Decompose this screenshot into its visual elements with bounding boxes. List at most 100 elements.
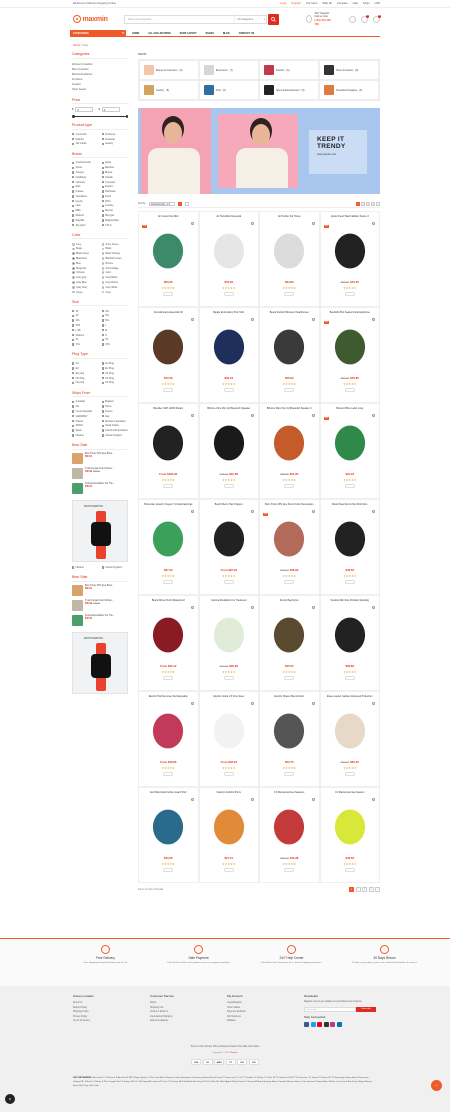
heart-icon[interactable] (251, 510, 254, 513)
brand-option[interactable]: Flambuan (101, 190, 129, 194)
size-option[interactable]: XS (101, 338, 129, 342)
add-to-cart-button[interactable] (344, 580, 355, 584)
category-tile[interactable]: Jewelry (5) (139, 80, 199, 100)
checkbox[interactable] (101, 219, 104, 222)
topbar-link[interactable]: Help (353, 2, 358, 5)
product-image[interactable] (209, 229, 248, 269)
brand-option[interactable]: Afreet (72, 166, 99, 170)
product-name[interactable]: Aromatherapy Essential Oil (142, 311, 195, 316)
plug-type-option[interactable]: AU (72, 362, 99, 366)
size-option[interactable]: XXS (101, 343, 129, 347)
color-swatch[interactable] (72, 271, 75, 275)
product-name[interactable]: Fashion Colorful Prints (203, 791, 256, 796)
plug-type-option[interactable]: EU plug (72, 371, 99, 375)
product-type-option[interactable]: Fashion (72, 137, 99, 141)
brand-option[interactable]: Cycospot (101, 180, 129, 184)
add-to-cart-button[interactable] (284, 484, 295, 488)
product-image[interactable] (209, 709, 248, 749)
product-card[interactable]: Electric Hair Remover Rechargeable From $… (138, 691, 199, 787)
watch-ad-banner[interactable]: WATCH EDITION (72, 499, 128, 562)
product-image[interactable] (270, 805, 309, 845)
page-link[interactable]: 2 (355, 887, 361, 892)
best-sale-thumb[interactable] (72, 467, 83, 479)
product-type-option[interactable]: Gift Cards (72, 142, 99, 146)
color-swatch[interactable] (72, 247, 75, 251)
add-to-cart-button[interactable] (163, 484, 174, 488)
category-tile[interactable]: Sport & Entertainment (5) (259, 80, 319, 100)
best-sale-thumb[interactable] (72, 482, 83, 494)
brand-option[interactable]: MEK (72, 209, 99, 213)
social-icon[interactable] (336, 1022, 342, 1028)
product-card[interactable]: Estee Lauder Garden Advanced Protection $… (319, 691, 380, 787)
nav-item[interactable]: ALL COLLECTIONS (148, 32, 170, 35)
product-card[interactable]: Desktop Mini Fan Portable Standing $58.80… (319, 595, 380, 691)
checkbox[interactable] (72, 314, 75, 318)
topbar-link[interactable]: Compare (337, 2, 348, 5)
plug-type-option[interactable]: UK Plug (101, 371, 129, 375)
color-option[interactable]: Gray Brown (101, 281, 129, 285)
product-name[interactable]: FC Barcelona New Season (324, 791, 377, 796)
product-image[interactable] (330, 325, 369, 365)
checkbox[interactable] (72, 362, 75, 365)
best-sale-item[interactable]: Colonia Revitalizer For The... $40.00 (72, 482, 128, 494)
product-image[interactable] (270, 325, 309, 365)
color-option[interactable]: Green (72, 290, 99, 294)
checkbox[interactable] (101, 566, 104, 569)
category-link[interactable]: Sport Gears (72, 87, 128, 92)
best-sale-item[interactable]: Truck Fungal Cool Kitchen... $40.99$45.99 (72, 599, 128, 611)
product-name[interactable]: Electric Hair Remover Rechargeable (142, 695, 195, 700)
product-name[interactable]: Bom Pretty 3PC Eye Pencil Color Renovati… (263, 503, 316, 508)
color-swatch[interactable] (101, 266, 105, 270)
checkbox[interactable] (72, 204, 75, 208)
checkbox[interactable] (72, 180, 75, 184)
size-option[interactable]: 5XL (101, 319, 129, 323)
product-image[interactable] (270, 517, 309, 557)
size-option[interactable]: 4XL (72, 319, 99, 323)
size-option[interactable]: 2XL (101, 309, 129, 313)
checkbox[interactable] (72, 405, 75, 408)
sort-select[interactable]: Alphabetically, A-Z (148, 201, 175, 206)
ships-from-option[interactable]: SPAIN (72, 424, 99, 428)
product-card[interactable]: Brand Winter North Waterproof From $40.12… (138, 595, 199, 691)
color-option[interactable]: Gray (101, 290, 129, 294)
category-tile[interactable]: Beauty & Cosmetics (5) (139, 60, 199, 80)
category-tile[interactable]: Home & Garden (5) (319, 60, 379, 80)
plug-type-option[interactable]: US Plug (101, 381, 129, 385)
size-option[interactable]: XXL (72, 343, 99, 347)
add-to-cart-button[interactable] (163, 580, 174, 584)
checkbox[interactable] (101, 180, 104, 184)
brand-option[interactable]: Mudvell (72, 214, 99, 218)
add-to-cart-button[interactable] (223, 484, 234, 488)
add-to-cart-button[interactable] (163, 676, 174, 680)
product-card[interactable]: FC Barcelona New Season $48.56 ★★★★★ (319, 787, 380, 883)
product-card[interactable]: Air Cooler Fan Mini Sale $59.28 ★★★★★ (138, 211, 199, 307)
currency-fab-button[interactable]: $ (5, 1094, 15, 1104)
ships-from-option[interactable]: Ukraine (72, 434, 99, 438)
add-to-cart-button[interactable] (344, 772, 355, 776)
checkbox[interactable] (101, 142, 104, 146)
best-sale-thumb[interactable] (72, 584, 83, 596)
categories-menu-button[interactable]: CATEGORIES ☰ (70, 29, 126, 37)
size-option[interactable]: 4X (72, 309, 99, 313)
product-card[interactable]: Air Humidifier Essential $55.92 ★★★★★ (198, 211, 259, 307)
add-to-cart-button[interactable] (284, 772, 295, 776)
checkbox[interactable] (72, 171, 75, 174)
heart-icon[interactable] (251, 222, 254, 225)
checkbox[interactable] (101, 434, 104, 437)
product-image[interactable] (209, 805, 248, 845)
product-card[interactable]: Board New Men's Polo Shirt Men $48.50 ★★★★… (319, 499, 380, 595)
topbar-link[interactable]: Login (280, 2, 286, 5)
copyright-brand[interactable]: Maxmin (230, 1052, 238, 1054)
checkbox[interactable] (101, 319, 104, 322)
checkbox[interactable] (101, 400, 104, 404)
ships-from-option[interactable]: Spain (72, 429, 99, 433)
product-card[interactable]: Aromatherapy Essential Oil $72.36 ★★★★★ (138, 307, 199, 403)
brand-option[interactable]: T.M.Jr. (101, 223, 129, 227)
footer-link[interactable]: Affiliates (227, 1019, 304, 1024)
brand-option[interactable]: Merygos (101, 214, 129, 218)
checkbox[interactable] (101, 309, 104, 313)
checkbox[interactable] (101, 362, 104, 365)
promo-banner[interactable]: KEEP IT TRENDY www.yoursite.com (138, 108, 380, 194)
ships-from-option[interactable]: CN (72, 405, 99, 409)
ships-from-option[interactable]: Poland (72, 419, 99, 423)
